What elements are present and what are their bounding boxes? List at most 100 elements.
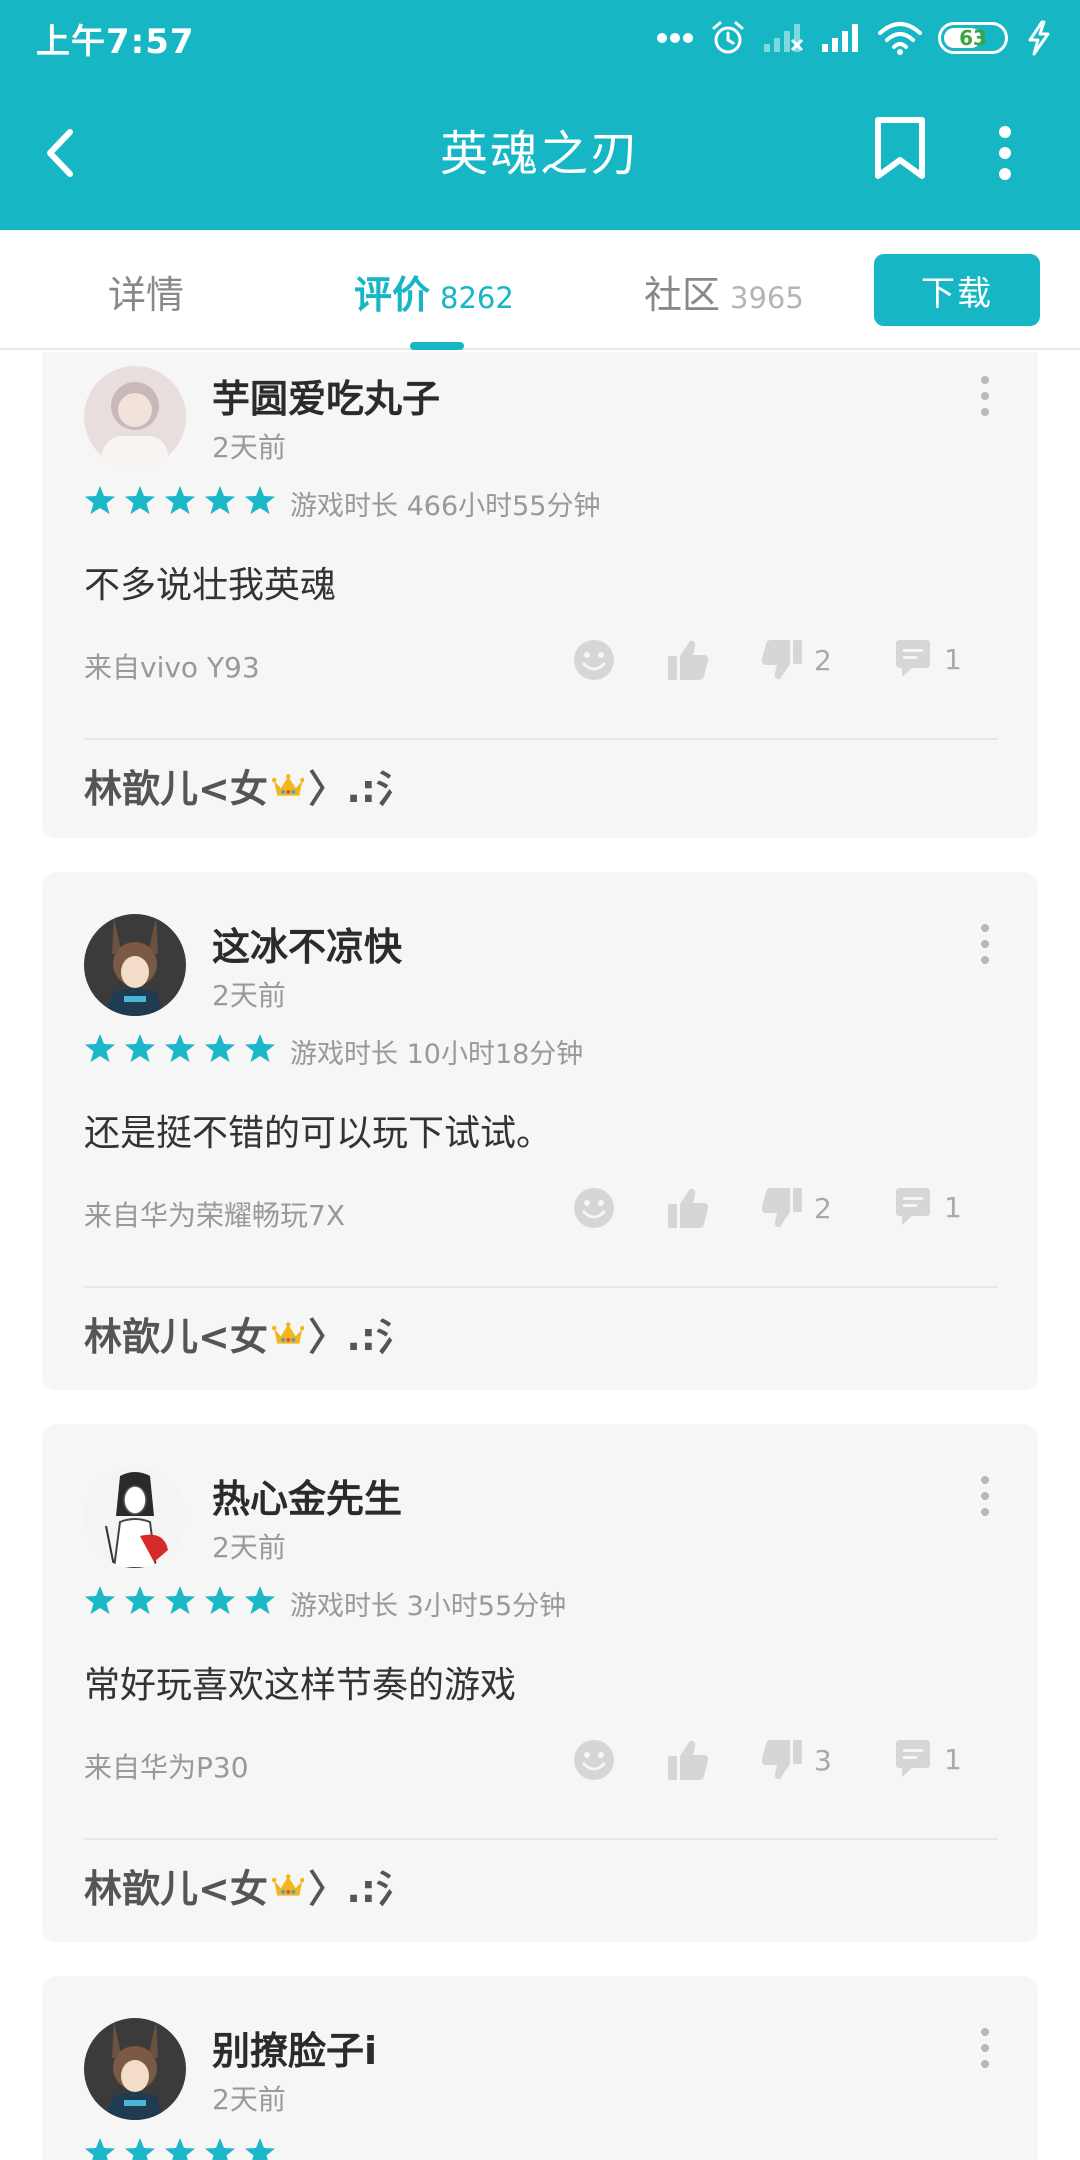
alarm-icon [712, 21, 744, 54]
star-icon [125, 1034, 155, 1062]
review-time: 2天前 [212, 1531, 286, 1564]
reply-preview[interactable]: 林歆儿<女 〉.:氵 [84, 1306, 414, 1361]
crown-icon [271, 1873, 305, 1896]
comment-count: 1 [944, 1742, 962, 1776]
comment-count: 1 [944, 642, 962, 676]
star-icon [165, 2138, 195, 2160]
smiley-icon [574, 640, 614, 680]
review-playtime: 游戏时长 466小时55分钟 [290, 491, 601, 522]
more-vertical-icon[interactable] [976, 922, 994, 966]
comment-button[interactable]: 1 [892, 1186, 962, 1228]
reply-text: 〉.:氵 [308, 1867, 414, 1911]
like-button[interactable] [666, 638, 710, 682]
review-list[interactable]: 芋圆爱吃丸子 2天前 游戏时长 466小时55分钟 不多说壮我英魂 来自vivo… [0, 352, 1080, 2160]
dislike-count: 2 [814, 643, 832, 677]
app-bar: 上午7:57 63 英魂之刃 [0, 0, 1080, 230]
star-icon [205, 1586, 235, 1614]
star-icon [245, 486, 275, 514]
dislike-button[interactable]: 2 [760, 638, 832, 682]
reply-preview[interactable]: 林歆儿<女 〉.:氵 [84, 1858, 414, 1913]
thumbs-down-icon [761, 640, 802, 680]
bookmark-button[interactable] [872, 116, 928, 182]
thumbs-down-icon [761, 1740, 802, 1780]
avatar[interactable] [84, 1466, 186, 1568]
star-icon [205, 1034, 235, 1062]
tab-reviews-count: 8262 [440, 281, 514, 315]
signal-weak-icon [764, 24, 804, 52]
thumbs-down-icon [761, 1188, 802, 1228]
star-icon [125, 486, 155, 514]
emoji-reaction-button[interactable] [572, 1738, 616, 1782]
review-card: 这冰不凉快 2天前 游戏时长 10小时18分钟 还是挺不错的可以玩下试试。 来自… [42, 872, 1038, 1390]
comment-icon [896, 640, 930, 677]
comment-count: 1 [944, 1190, 962, 1224]
more-vertical-icon[interactable] [976, 1474, 994, 1518]
star-icon [85, 1034, 115, 1062]
review-card: 别撩脸子i 2天前 [42, 1976, 1038, 2160]
emoji-reaction-button[interactable] [572, 1186, 616, 1230]
star-icon [85, 2138, 115, 2160]
review-username[interactable]: 别撩脸子i [212, 2020, 377, 2075]
star-icon [245, 2138, 275, 2160]
charging-icon [1028, 20, 1050, 56]
tab-details[interactable]: 详情 [108, 264, 184, 319]
star-icon [205, 2138, 235, 2160]
divider [84, 738, 998, 740]
reply-author: 林歆儿<女 [84, 767, 268, 811]
tab-community-label: 社区 [644, 273, 721, 317]
star-icon [85, 486, 115, 514]
like-button[interactable] [666, 1738, 710, 1782]
star-icon [85, 1586, 115, 1614]
star-icon [165, 1586, 195, 1614]
status-bar: 上午7:57 63 [0, 0, 1080, 76]
star-icon [245, 1586, 275, 1614]
tab-community-count: 3965 [730, 281, 804, 315]
smiley-icon [574, 1188, 614, 1228]
more-dots-icon [657, 33, 693, 43]
download-button[interactable]: 下载 [874, 254, 1040, 326]
thumbs-up-icon [668, 1740, 709, 1780]
avatar[interactable] [84, 366, 186, 468]
star-rating [84, 2136, 276, 2160]
tab-reviews[interactable]: 评价 8262 [354, 264, 514, 319]
comment-button[interactable]: 1 [892, 1738, 962, 1780]
review-username[interactable]: 芋圆爱吃丸子 [212, 368, 440, 423]
more-options-button[interactable] [990, 118, 1020, 188]
divider [84, 1838, 998, 1840]
emoji-reaction-button[interactable] [572, 638, 616, 682]
divider [84, 1286, 998, 1288]
review-time: 2天前 [212, 431, 286, 464]
dislike-count: 2 [814, 1191, 832, 1225]
thumbs-up-icon [668, 1188, 709, 1228]
tab-community[interactable]: 社区 3965 [644, 264, 804, 319]
dislike-button[interactable]: 2 [760, 1186, 832, 1230]
avatar[interactable] [84, 2018, 186, 2120]
avatar[interactable] [84, 914, 186, 1016]
crown-icon [271, 1321, 305, 1344]
status-time: 上午7:57 [36, 22, 195, 62]
review-device: 来自vivo Y93 [84, 651, 260, 684]
star-icon [125, 2138, 155, 2160]
active-tab-indicator [410, 342, 464, 350]
battery-icon: 63 [938, 22, 1008, 54]
signal-icon [822, 24, 858, 52]
review-time: 2天前 [212, 2083, 286, 2116]
review-playtime: 游戏时长 3小时55分钟 [290, 1591, 567, 1622]
comment-button[interactable]: 1 [892, 638, 962, 680]
tab-details-label: 详情 [108, 273, 185, 317]
star-icon [205, 486, 235, 514]
toolbar: 英魂之刃 [0, 76, 1080, 230]
smiley-icon [574, 1740, 614, 1780]
battery-level: 63 [959, 26, 987, 50]
dislike-button[interactable]: 3 [760, 1738, 832, 1782]
reply-author: 林歆儿<女 [84, 1867, 268, 1911]
more-vertical-icon[interactable] [976, 2026, 994, 2070]
tab-bar: 详情 评价 8262 社区 3965 下载 [0, 230, 1080, 350]
more-vertical-icon[interactable] [976, 374, 994, 418]
star-rating [84, 1584, 276, 1616]
review-username[interactable]: 热心金先生 [212, 1468, 402, 1523]
like-button[interactable] [666, 1186, 710, 1230]
review-username[interactable]: 这冰不凉快 [212, 916, 402, 971]
reply-preview[interactable]: 林歆儿<女 〉.:氵 [84, 758, 414, 813]
review-text: 常好玩喜欢这样节奏的游戏 [84, 1665, 517, 1706]
